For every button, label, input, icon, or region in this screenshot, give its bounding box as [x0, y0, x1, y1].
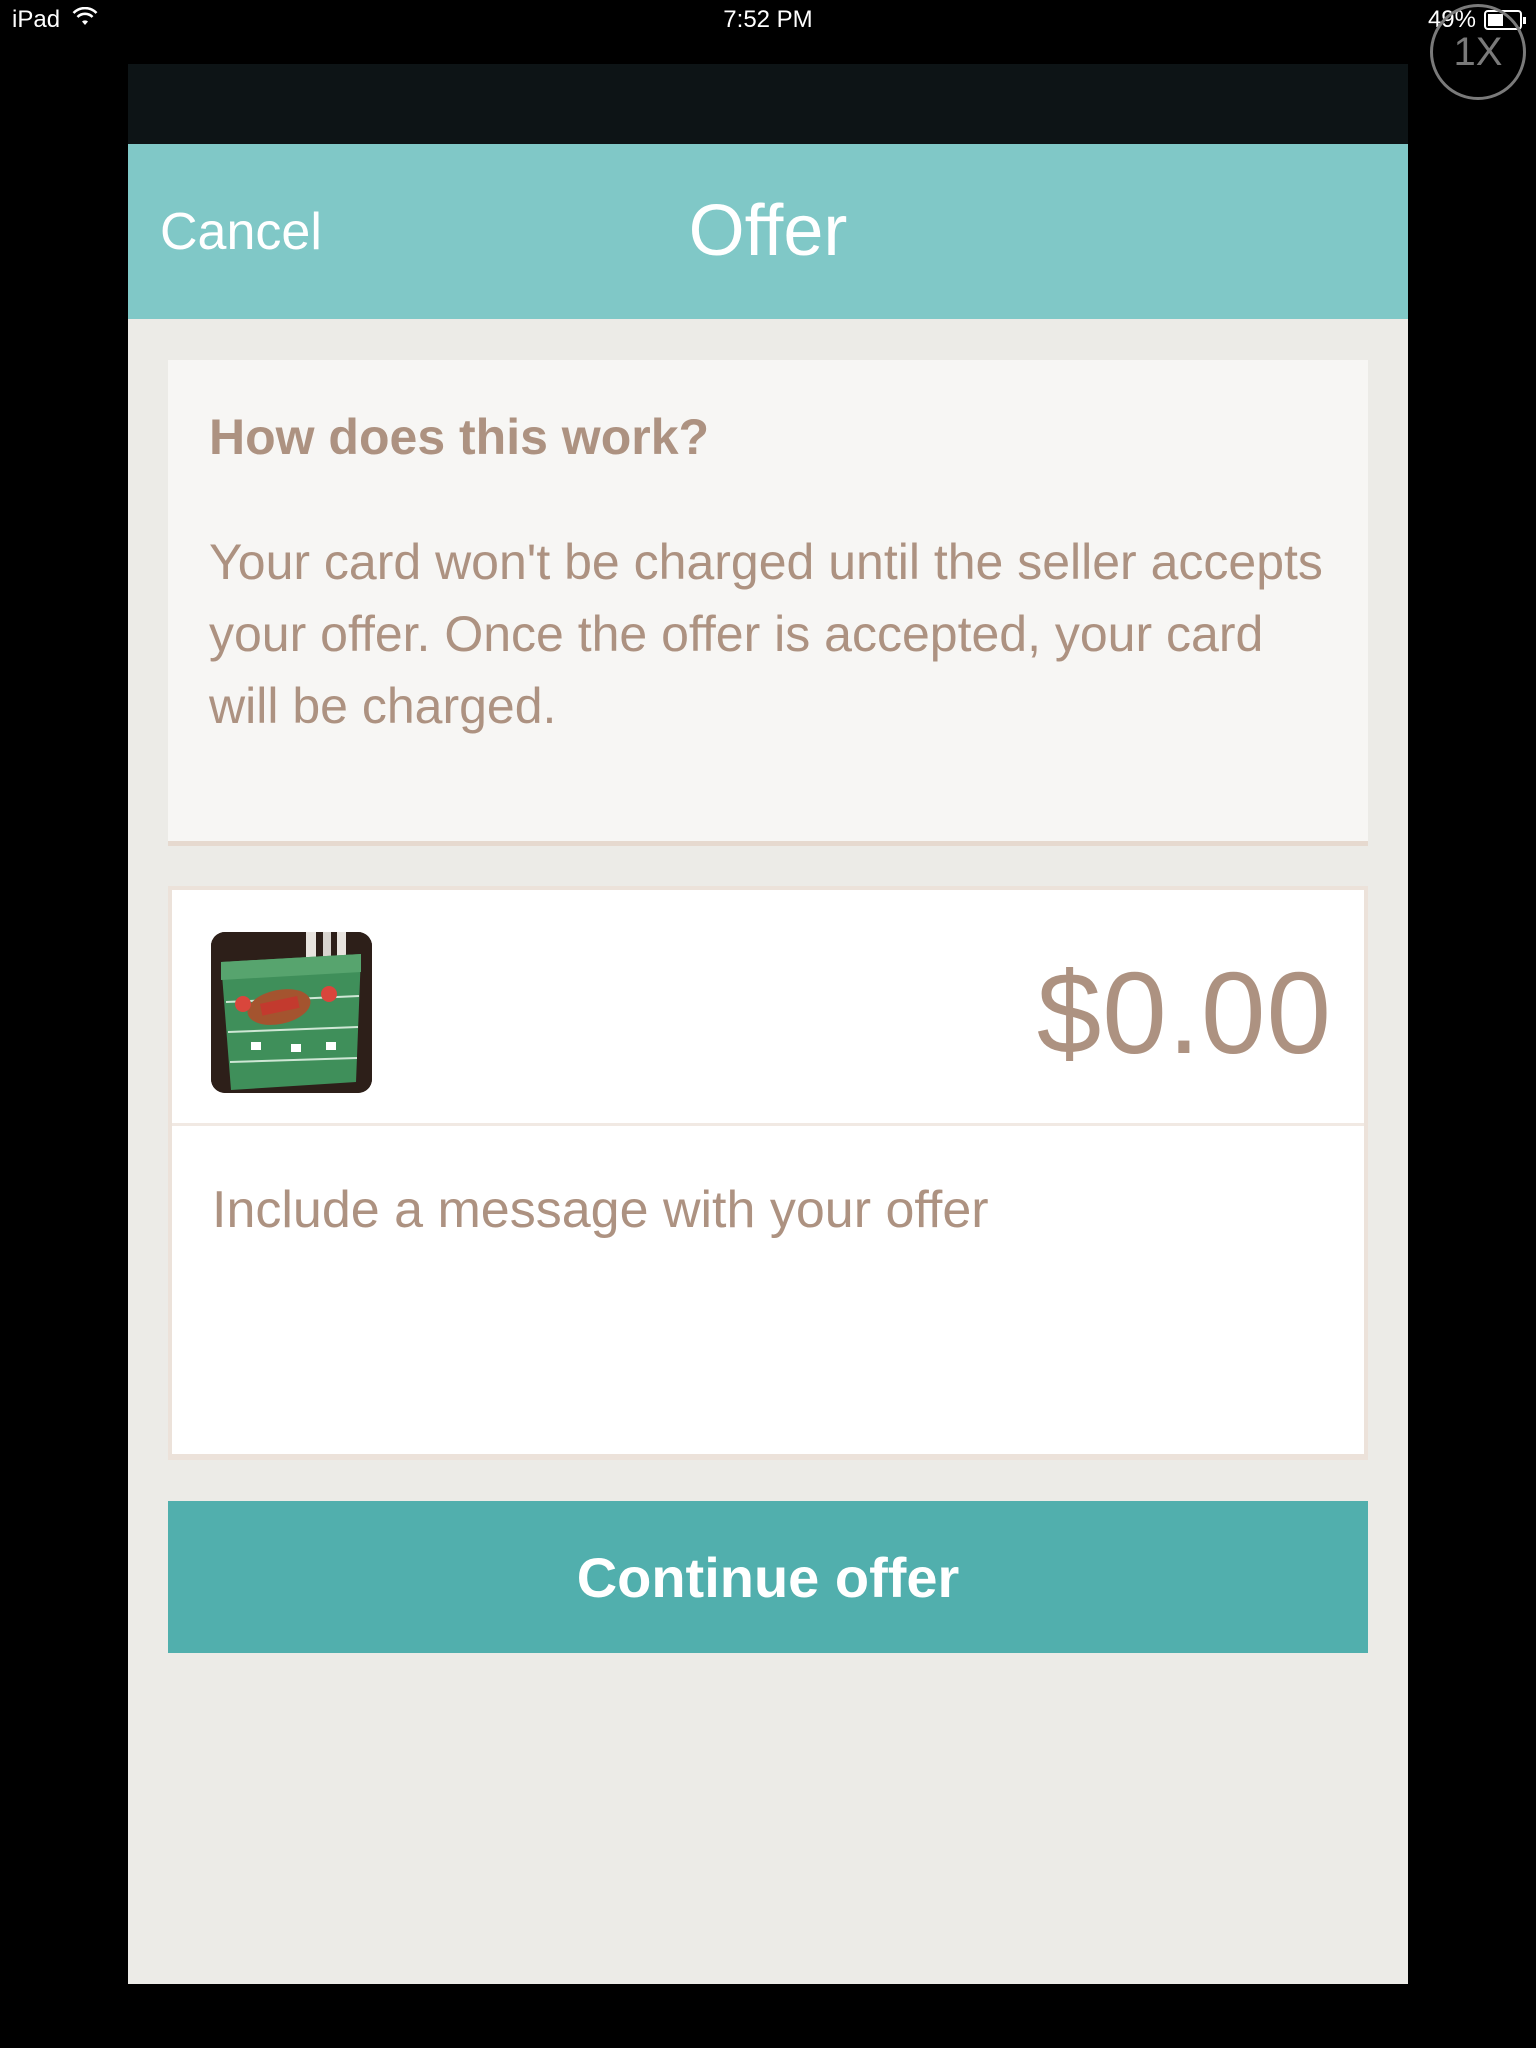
status-time: 7:52 PM [723, 6, 813, 33]
top-dark-bar [128, 64, 1408, 144]
info-card: How does this work? Your card won't be c… [168, 360, 1368, 846]
continue-offer-button[interactable]: Continue offer [168, 1501, 1368, 1653]
football-gift-card-image [211, 932, 372, 1093]
app-frame: Cancel Offer How does this work? Your ca… [128, 64, 1408, 1984]
info-body: Your card won't be charged until the sel… [209, 534, 1323, 734]
status-bar: iPad 7:52 PM 49% [0, 0, 1536, 40]
zoom-badge[interactable]: 1X [1430, 4, 1526, 100]
offer-card: $0.00 [168, 886, 1368, 1460]
offer-summary-row: $0.00 [172, 890, 1364, 1126]
cancel-button[interactable]: Cancel [160, 144, 322, 319]
offer-price[interactable]: $0.00 [1037, 946, 1332, 1080]
info-heading: How does this work? [209, 409, 710, 465]
navigation-bar: Cancel Offer [128, 144, 1408, 319]
item-thumbnail [211, 932, 372, 1093]
offer-message-input[interactable] [212, 1180, 1322, 1420]
